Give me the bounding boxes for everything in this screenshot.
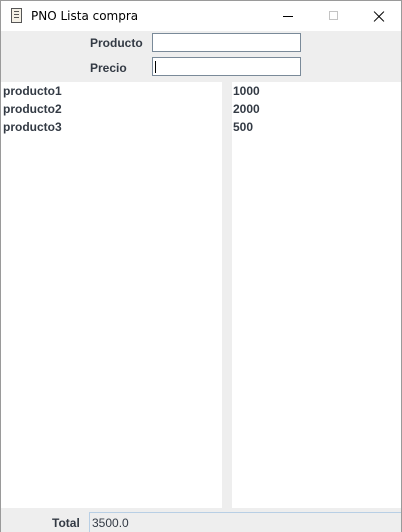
list-item-precio[interactable]: 2000 — [232, 100, 401, 118]
list-item-precio[interactable]: 1000 — [232, 82, 401, 100]
precio-label: Precio — [90, 61, 127, 75]
text-caret — [155, 61, 156, 73]
list-item-precio[interactable]: 500 — [232, 118, 401, 136]
total-panel: Total 3500.0 — [1, 508, 401, 532]
total-value-field: 3500.0 — [89, 512, 401, 532]
list-item-producto[interactable]: producto2 — [2, 100, 222, 118]
producto-input[interactable] — [152, 33, 301, 52]
list-divider — [222, 82, 232, 508]
list-item-producto[interactable]: producto3 — [2, 118, 222, 136]
maximize-icon[interactable] — [311, 1, 357, 31]
document-icon — [11, 8, 22, 23]
precio-input[interactable] — [152, 57, 301, 76]
close-icon[interactable] — [356, 1, 402, 31]
producto-label: Producto — [90, 36, 143, 50]
minimize-icon[interactable] — [265, 1, 311, 31]
list-item-producto[interactable]: producto1 — [2, 82, 222, 100]
total-label: Total — [52, 516, 80, 530]
title-bar[interactable]: PNO Lista compra — [1, 1, 401, 31]
window-title: PNO Lista compra — [31, 9, 139, 23]
precio-list[interactable]: 1000 2000 500 — [232, 82, 401, 508]
app-window: PNO Lista compra Producto Precio product… — [0, 0, 402, 532]
producto-list[interactable]: producto1 producto2 producto3 — [2, 82, 222, 508]
input-form: Producto Precio — [1, 31, 401, 82]
